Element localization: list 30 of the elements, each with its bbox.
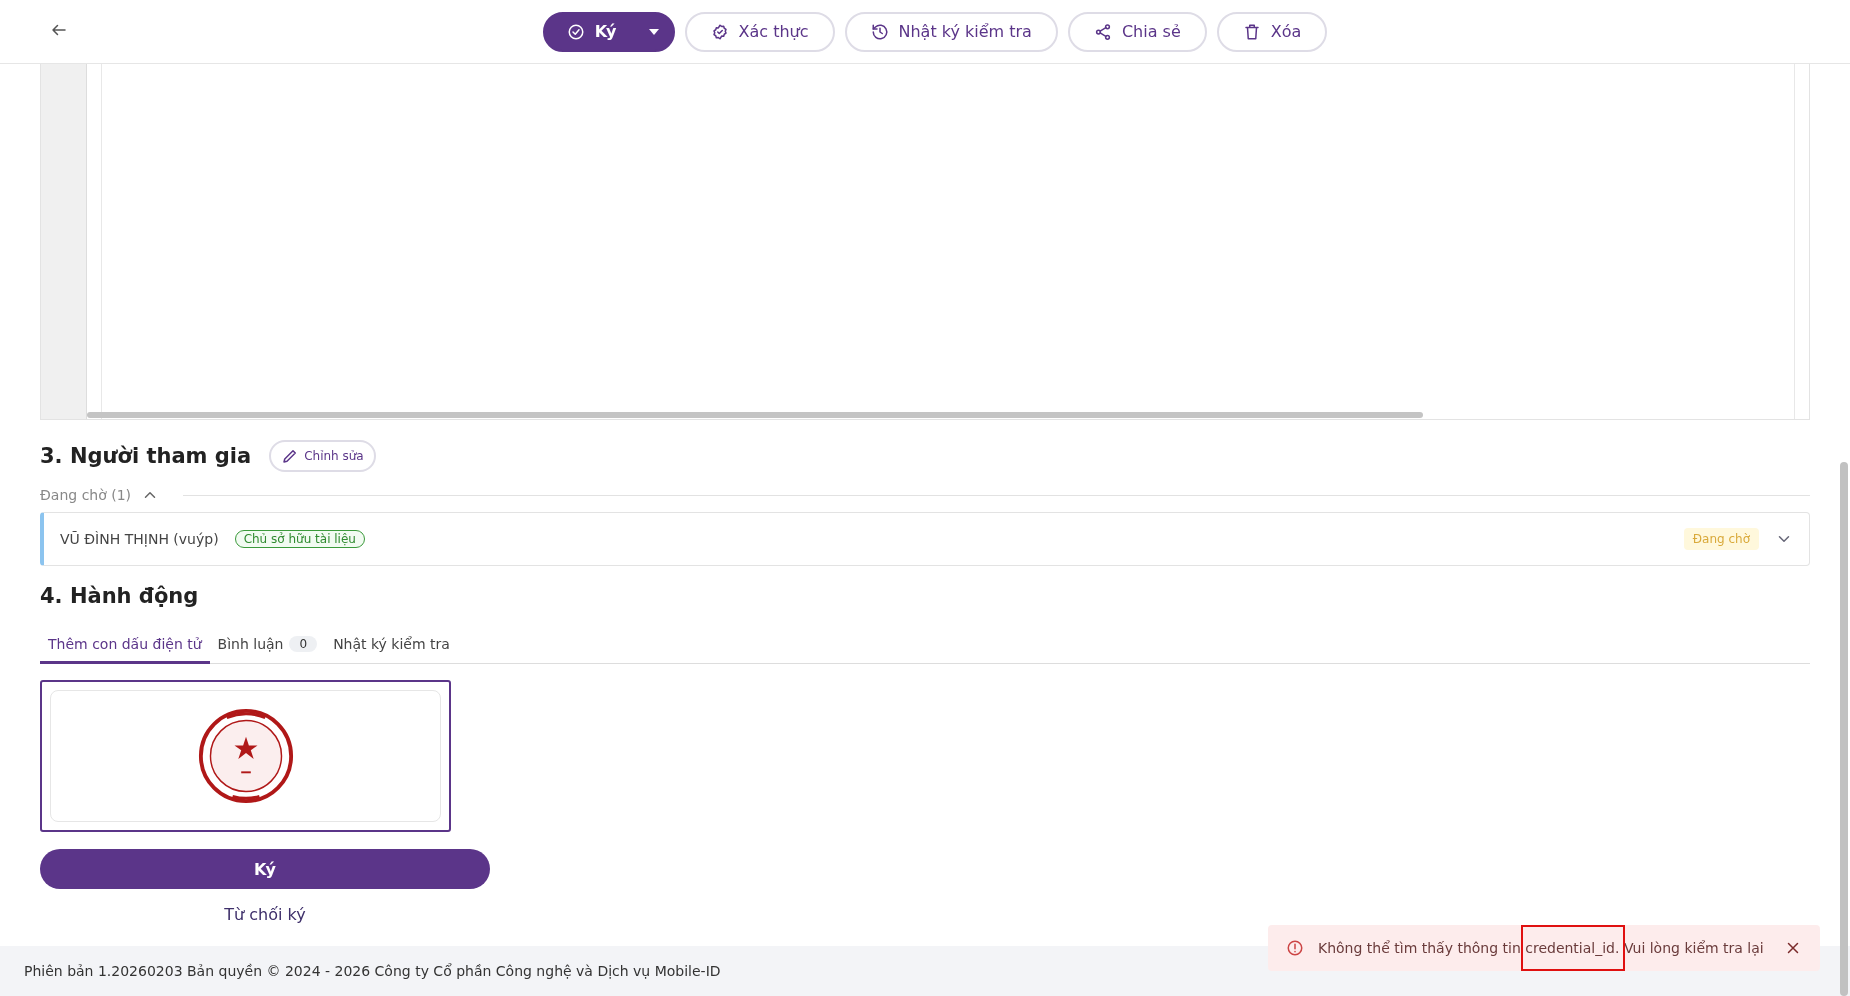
sign-button[interactable]: Ký [40, 849, 490, 889]
edit-button[interactable]: Chỉnh sửa [269, 440, 376, 472]
badge-check-icon [710, 22, 729, 41]
decline-link[interactable]: Từ chối ký [40, 901, 490, 928]
sign-split-button[interactable]: Ký [542, 11, 675, 52]
role-tag: Chủ sở hữu tài liệu [234, 530, 365, 548]
share-icon [1093, 22, 1112, 41]
status-tag: Đang chờ [1683, 528, 1759, 550]
footer-text: Phiên bản 1.20260203 Bản quyền © 2024 - 2026 Công ty Cổ phần Công nghệ và Dịch vụ Mobile-ID [24, 963, 721, 979]
tab[interactable]: Thêm con dấu điện tử [40, 630, 210, 664]
scrollbar[interactable] [1840, 462, 1848, 996]
group-label: Đang chờ (1) [40, 487, 132, 503]
stamp-option[interactable] [40, 680, 451, 832]
tab[interactable]: Bình luận 0 [209, 630, 326, 664]
section-heading: 4. Hành động [40, 584, 200, 608]
toolbar-button[interactable]: Xóa [1216, 11, 1328, 52]
caret-icon [648, 28, 659, 35]
trash-icon [1242, 22, 1261, 41]
check-circle-icon [566, 22, 585, 41]
toolbar-button[interactable]: Xác thực [684, 11, 835, 52]
toast-message: Không thể tìm thấy thông tin credential_id. Vui lòng kiểm tra lại [1318, 940, 1765, 956]
toolbar-button[interactable]: Chia sẻ [1067, 11, 1207, 52]
section-heading: 3. Người tham gia [40, 444, 252, 468]
participant-name: VŨ ĐÌNH THỊNH (vuýp) [60, 531, 219, 547]
tab[interactable]: Nhật ký kiểm tra [325, 630, 458, 664]
toolbar-button[interactable]: Nhật ký kiểm tra [844, 11, 1058, 52]
history-icon [870, 22, 889, 41]
scrollbar[interactable] [87, 412, 1423, 418]
alert-circle-icon [1286, 939, 1304, 957]
count-badge: 0 [289, 636, 318, 652]
